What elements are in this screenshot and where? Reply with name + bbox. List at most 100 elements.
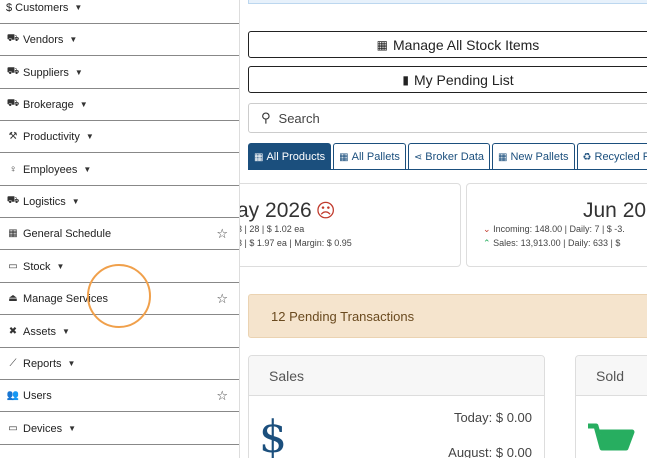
tab-broker-data[interactable]: ⋖ Broker Data	[407, 143, 490, 170]
sidebar-item-label: Employees	[23, 163, 78, 176]
sidebar: $ Customers ▼ ⛟ Vendors ▼ ⛟ Suppliers ▼ …	[0, 0, 240, 458]
info-banner	[248, 0, 647, 4]
month-title: Jun 20	[583, 199, 647, 222]
sidebar-item-label: Productivity	[23, 130, 80, 143]
dollar-icon: $	[259, 412, 287, 458]
sidebar-item-brokerage[interactable]: ⛟ Brokerage ▼	[0, 89, 239, 121]
truck-icon: ⛟	[6, 98, 20, 109]
sold-panel-title: Sold	[576, 356, 647, 396]
sidebar-item-partial[interactable]: ▭	[0, 445, 239, 458]
tab-recycled-pallets[interactable]: ♻ Recycled Pal	[576, 143, 647, 170]
sold-panel: Sold	[575, 355, 647, 458]
sidebar-item-label: Suppliers	[23, 66, 69, 79]
sidebar-item-productivity[interactable]: ⚒ Productivity ▼	[0, 121, 239, 153]
sidebar-item-employees[interactable]: ♀ Employees ▼	[0, 154, 239, 186]
pallet-icon: ▭	[8, 261, 18, 272]
tools-icon: ✖	[8, 326, 18, 337]
users-icon: 👥	[6, 390, 20, 401]
sidebar-item-customers[interactable]: $ Customers ▼	[0, 0, 239, 24]
tab-label: Broker Data	[425, 151, 484, 163]
month-metric-line: ⌃ Sales: 13,913.00 | Daily: 633 | $	[483, 238, 620, 249]
sidebar-item-general-schedule[interactable]: ▦ General Schedule ☆	[0, 218, 239, 250]
pending-list-button[interactable]: ▮ My Pending List	[248, 66, 647, 93]
sidebar-item-manage-services[interactable]: ⏏ Manage Services ☆	[0, 283, 239, 315]
sales-today: Today: $ 0.00	[453, 410, 532, 425]
metric-text: Sales: 13,913.00 | Daily: 633 | $	[493, 238, 621, 248]
star-icon[interactable]: ☆	[216, 291, 228, 307]
caret-down-icon: ▼	[83, 165, 92, 174]
caret-down-icon: ▼	[56, 262, 65, 271]
metric-text: Incoming: 148.00 | Daily: 7 | $ -3.	[493, 224, 625, 234]
sidebar-item-stock[interactable]: ▭ Stock ▼	[0, 251, 239, 283]
truck-loading-icon: ⛟	[6, 66, 20, 77]
sidebar-item-label: Manage Services	[23, 292, 108, 305]
clipboard-icon: ▮	[402, 72, 409, 87]
sales-panel-title: Sales	[249, 356, 544, 396]
pallet-icon: ▦	[376, 37, 389, 52]
tab-label: Recycled Pal	[594, 151, 647, 163]
sidebar-item-reports[interactable]: ⟋ Reports ▼	[0, 348, 239, 380]
arrow-up-icon: ⌃	[483, 238, 491, 248]
eject-icon: ⏏	[8, 293, 18, 304]
sales-month: August: $ 0.00	[448, 445, 532, 458]
tab-label: New Pallets	[510, 151, 569, 163]
product-tabs: ▦ All Products ▦ All Pallets ⋖ Broker Da…	[248, 143, 647, 170]
pending-list-label: My Pending List	[414, 71, 514, 88]
pallet-icon: ▦	[254, 151, 264, 163]
tab-all-products[interactable]: ▦ All Products	[248, 143, 332, 170]
month-card-may: ay 2026 ☹ 3 | 28 | $ 1.02 ea 3 | $ 1.97 e…	[240, 183, 461, 267]
person-icon: ♀	[9, 164, 17, 175]
tab-all-pallets[interactable]: ▦ All Pallets	[333, 143, 406, 170]
sidebar-item-label: Brokerage	[23, 98, 74, 111]
caret-down-icon: ▼	[85, 132, 94, 141]
sidebar-item-suppliers[interactable]: ⛟ Suppliers ▼	[0, 57, 239, 89]
month-card-june: Jun 20 ⌄ Incoming: 148.00 | Daily: 7 | $…	[466, 183, 647, 267]
pending-text: 12 Pending Transactions	[271, 308, 415, 324]
shopping-cart-icon	[588, 423, 635, 451]
month-metric-line: 3 | $ 1.97 ea | Margin: $ 0.95	[240, 238, 352, 248]
search-placeholder: Search	[278, 110, 320, 126]
sad-face-icon: ☹	[315, 201, 336, 222]
pending-transactions-alert[interactable]: 12 Pending Transactions	[248, 294, 647, 338]
caret-down-icon: ▼	[71, 197, 80, 206]
sidebar-item-label: Devices	[23, 422, 63, 435]
caret-down-icon: ▼	[74, 68, 83, 77]
caret-down-icon: ▼	[67, 359, 76, 368]
star-icon[interactable]: ☆	[216, 388, 228, 404]
star-icon[interactable]: ☆	[216, 226, 228, 242]
sidebar-item-label: General Schedule	[23, 227, 112, 240]
pallet-icon: ▦	[339, 151, 349, 163]
sidebar-item-label: Assets	[23, 325, 57, 338]
sidebar-item-assets[interactable]: ✖ Assets ▼	[0, 316, 239, 348]
sidebar-item-vendors[interactable]: ⛟ Vendors ▼	[0, 24, 239, 56]
sidebar-item-logistics[interactable]: ⛟ Logistics ▼	[0, 186, 239, 218]
tab-new-pallets[interactable]: ▦ New Pallets	[492, 143, 575, 170]
tab-underline	[248, 169, 647, 170]
caret-down-icon: ▼	[74, 3, 83, 12]
calendar-icon: ▦	[8, 228, 18, 239]
sidebar-item-devices[interactable]: ▭ Devices ▼	[0, 413, 239, 445]
sidebar-item-label: Users	[23, 389, 52, 402]
manage-stock-button[interactable]: ▦ Manage All Stock Items	[248, 31, 647, 58]
month-title: ay 2026 ☹	[240, 199, 336, 223]
main-content: ▦ Manage All Stock Items ▮ My Pending Li…	[240, 0, 647, 458]
caret-down-icon: ▼	[62, 327, 70, 336]
manage-stock-label: Manage All Stock Items	[393, 36, 540, 53]
search-icon: ⚲	[261, 110, 271, 125]
caret-down-icon: ▼	[79, 100, 88, 109]
recycle-icon: ♻	[582, 151, 592, 163]
laptop-icon: ▭	[8, 423, 18, 434]
sidebar-item-label: Reports	[23, 357, 62, 370]
hammer-icon: ⚒	[8, 131, 18, 142]
sidebar-item-label: Logistics	[23, 195, 66, 208]
sidebar-item-users[interactable]: 👥 Users ☆	[0, 380, 239, 412]
sidebar-item-label: $ Customers	[6, 1, 69, 14]
pallet-icon: ▦	[498, 151, 508, 163]
sales-panel: Sales $ Today: $ 0.00 August: $ 0.00	[248, 355, 545, 458]
tab-label: All Pallets	[351, 151, 400, 163]
arrow-down-icon: ⌄	[483, 224, 491, 234]
chart-icon: ⟋	[9, 358, 17, 369]
caret-down-icon: ▼	[68, 424, 77, 433]
truck-icon: ⛟	[6, 195, 20, 206]
search-input[interactable]: ⚲ Search	[248, 103, 647, 133]
